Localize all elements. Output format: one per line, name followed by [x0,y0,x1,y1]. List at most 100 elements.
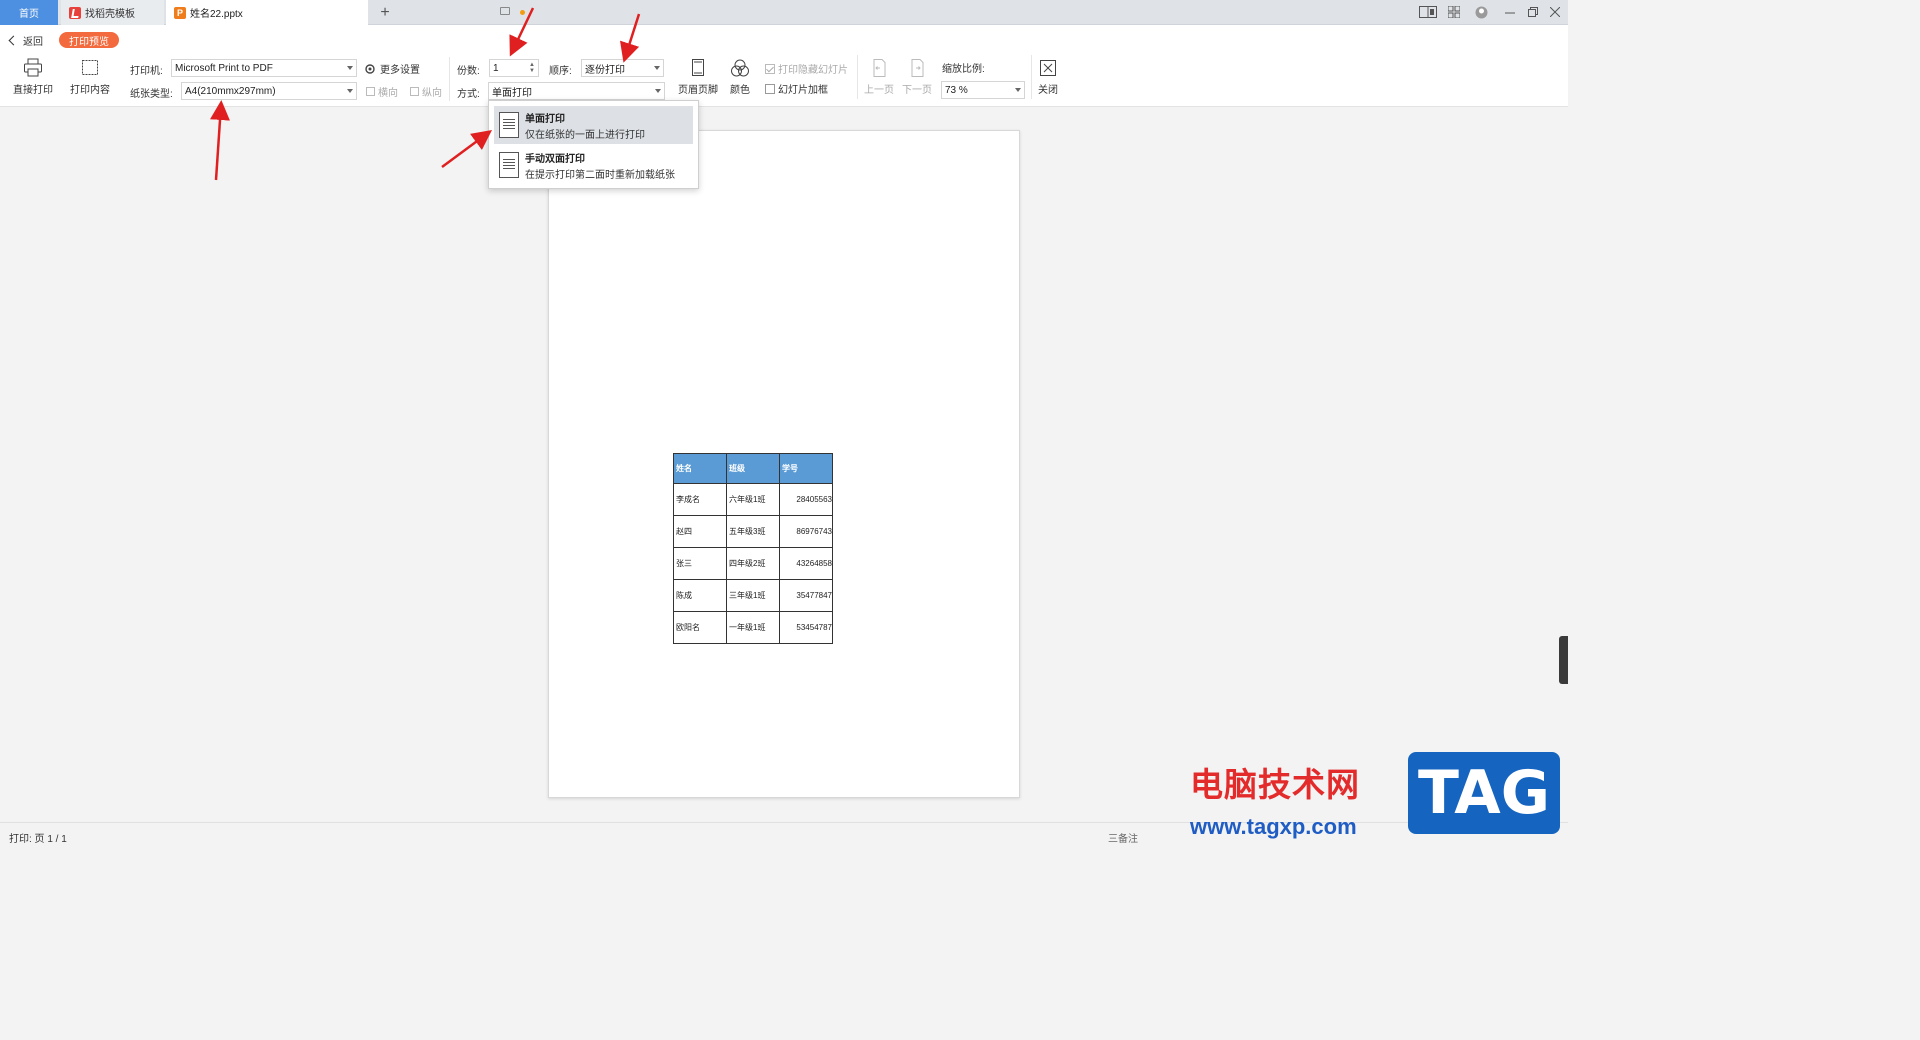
dropdown-item-single-sided[interactable]: 单面打印 仅在纸张的一面上进行打印 [494,106,693,144]
table-row: 张三 四年级2班 43264858 [673,547,833,580]
watermark: 电脑技术网 www.tagxp.com TAG [1182,752,1568,849]
dropdown-item-manual-duplex[interactable]: 手动双面打印 在提示打印第二面时重新加载纸张 [494,146,693,184]
landscape-option[interactable]: 横向 [366,84,398,99]
chevron-left-icon [8,35,19,46]
checkbox-checked-icon [765,63,775,74]
table-row: 欧阳名 一年级1班 53454787 [673,611,833,644]
table-header-cell: 姓名 [673,453,727,484]
minimize-icon[interactable] [1502,5,1518,19]
pptx-file-icon: P [174,6,186,19]
chevron-down-icon [654,66,660,70]
print-preview-toolbar: 返回 打印预览 直接打印 打印内容 打印机: Microsoft Print t… [0,25,1568,107]
printer-select[interactable]: Microsoft Print to PDF [171,59,357,77]
order-select[interactable]: 逐份打印 [581,59,664,77]
monitor-icon[interactable] [500,7,510,15]
paper-type-label: 纸张类型: [130,89,173,100]
print-content-button[interactable]: 打印内容 [66,58,114,96]
stepper-arrows-icon[interactable]: ▲ ▼ [529,62,535,74]
checkbox-icon [765,83,775,94]
grid-apps-icon[interactable] [1446,5,1462,19]
watermark-site-name: 电脑技术网 [1190,765,1360,804]
tab-file[interactable]: P 姓名22.pptx [166,0,525,25]
print-mode-select[interactable]: 单面打印 [488,82,665,100]
close-window-icon[interactable] [1547,5,1563,19]
portrait-option[interactable]: 纵向 [410,84,442,99]
print-mode-label: 方式: [457,89,480,100]
prev-page-button[interactable]: 上一页 [862,58,896,96]
divider [1031,55,1032,99]
table-cell: 四年级2班 [726,547,780,580]
copies-value: 1 [493,62,499,74]
table-cell: 一年级1班 [726,611,780,644]
print-hidden-slides-label: 打印隐藏幻灯片 [778,65,848,76]
table-cell: 赵四 [673,515,727,548]
document-icon [499,112,519,138]
color-button[interactable]: 颜色 [724,58,756,96]
printer-label: 打印机: [130,66,163,77]
direct-print-label: 直接打印 [13,85,53,96]
table-cell: 李成名 [673,483,727,516]
gear-icon [365,63,375,74]
printer-value: Microsoft Print to PDF [175,62,273,74]
preview-table: 姓名 班级 学号 李成名 六年级1班 28405563 赵四 五年级3班 869… [673,453,833,644]
print-mode-value: 单面打印 [492,87,532,99]
table-header-cell: 班级 [726,453,780,484]
divider [449,57,450,101]
more-settings-button[interactable]: 更多设置 [364,61,420,76]
color-circles-icon [730,58,750,78]
chevron-down-icon [347,66,353,70]
zoom-value: 73 % [945,84,968,96]
table-header-cell: 学号 [779,453,833,484]
notes-button[interactable]: 三备注 [1108,830,1138,845]
add-tab-label: + [380,3,390,21]
landscape-label: 横向 [378,88,398,99]
side-panel-handle[interactable] [1559,636,1568,684]
next-page-button[interactable]: 下一页 [900,58,934,96]
paper-type-select[interactable]: A4(210mmx297mm) [181,82,357,100]
arrow-dropdown [441,130,493,169]
table-cell: 陈成 [673,579,727,612]
chevron-down-icon [347,89,353,93]
header-footer-button[interactable]: 页眉页脚 [677,58,719,96]
table-cell: 五年级3班 [726,515,780,548]
close-preview-label: 关闭 [1038,85,1058,96]
tab-template[interactable]: 找稻壳模板 [61,0,164,25]
print-preview-badge: 打印预览 [59,32,119,48]
dropdown-item-title: 手动双面打印 [525,153,585,165]
chevron-down-icon [655,89,661,93]
print-content-label: 打印内容 [70,85,110,96]
portrait-icon [410,87,419,96]
copies-stepper[interactable]: 1 ▲ ▼ [489,59,539,77]
tab-home[interactable]: 首页 [0,0,58,25]
restore-icon[interactable] [1525,5,1541,19]
back-button[interactable]: 返回 [8,33,43,48]
user-avatar-icon[interactable] [1473,5,1489,19]
dropdown-item-desc: 在提示打印第二面时重新加载纸张 [525,169,675,181]
table-cell: 86976743 [779,515,833,548]
order-label: 顺序: [549,66,572,77]
dropdown-item-title: 单面打印 [525,113,565,125]
layout-toggle-icon[interactable] [1418,5,1438,19]
tab-bar: 首页 找稻壳模板 P 姓名22.pptx + [0,0,1568,25]
table-row: 李成名 六年级1班 28405563 [673,483,833,516]
prev-page-icon [869,58,889,78]
close-preview-button[interactable]: 关闭 [1035,58,1061,96]
hand-document-icon [499,152,519,178]
add-tab-button[interactable]: + [374,0,396,25]
watermark-url: www.tagxp.com [1190,814,1357,839]
next-page-icon [907,58,927,78]
dropdown-item-desc: 仅在纸张的一面上进行打印 [525,129,645,141]
color-label: 颜色 [730,85,750,96]
docer-logo-icon [69,6,81,19]
portrait-label: 纵向 [422,88,442,99]
print-preview-page: 姓名 班级 学号 李成名 六年级1班 28405563 赵四 五年级3班 869… [548,130,1020,798]
print-hidden-slides-checkbox[interactable]: 打印隐藏幻灯片 [765,61,848,76]
order-value: 逐份打印 [585,64,625,76]
table-row: 赵四 五年级3班 86976743 [673,515,833,548]
zoom-label: 缩放比例: [942,64,985,75]
slide-frame-label: 幻灯片加框 [778,85,828,96]
zoom-select[interactable]: 73 % [941,81,1025,99]
direct-print-button[interactable]: 直接打印 [9,58,57,96]
table-cell: 欧阳名 [673,611,727,644]
slide-frame-checkbox[interactable]: 幻灯片加框 [765,81,828,96]
